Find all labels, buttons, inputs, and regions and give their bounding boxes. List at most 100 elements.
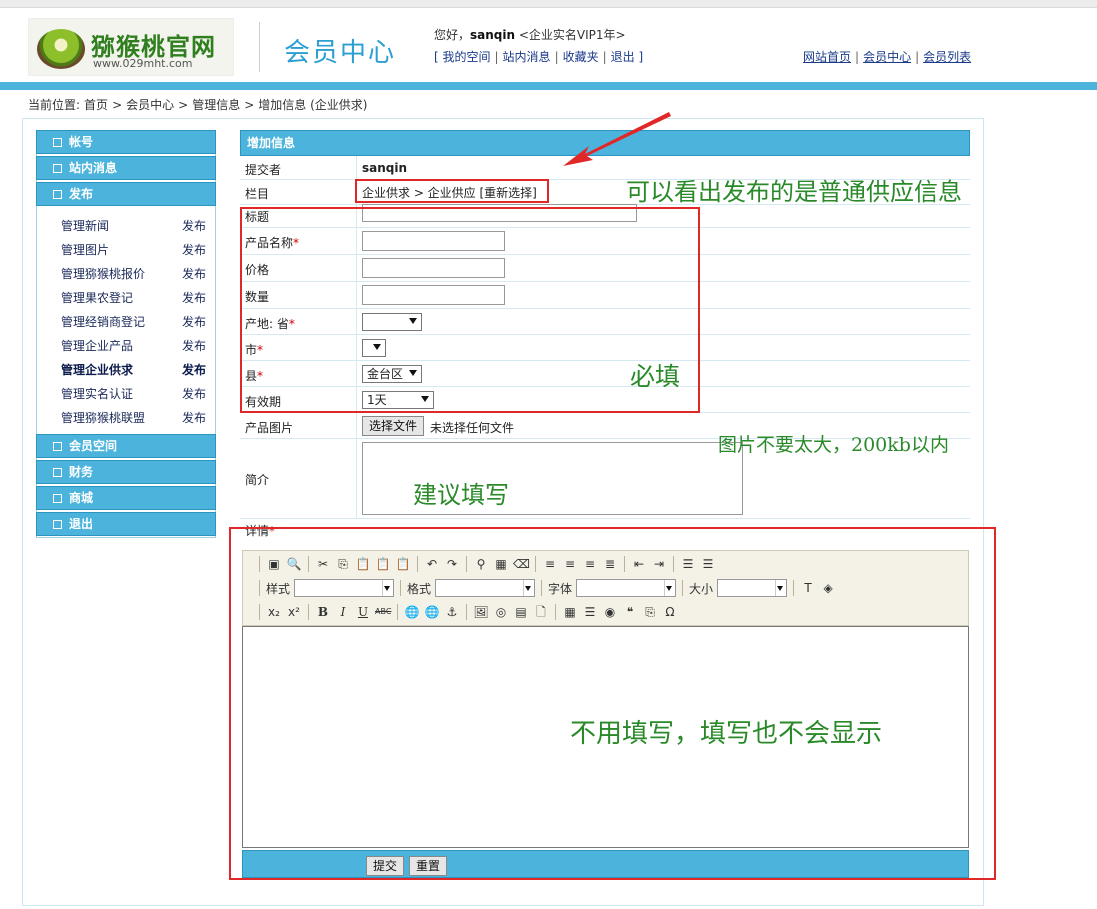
superscript-icon[interactable]: x² <box>286 604 302 620</box>
anchor-icon[interactable]: ⚓ <box>444 604 460 620</box>
manage-supply-demand-link[interactable]: 管理企业供求 <box>61 358 133 382</box>
logout-link[interactable]: 退出 ] <box>611 50 644 64</box>
product-name-input[interactable] <box>362 231 505 251</box>
publish-alliance-link[interactable]: 发布 <box>182 406 206 430</box>
column-value[interactable]: 企业供求 > 企业供应 [重新选择] <box>362 184 537 201</box>
unlink-icon[interactable]: 🌐 <box>424 604 440 620</box>
reset-button[interactable]: 重置 <box>409 856 448 876</box>
manage-images-link[interactable]: 管理图片 <box>61 238 109 262</box>
quote-icon[interactable]: ❝ <box>622 604 638 620</box>
sidebar-section-finance[interactable]: 财务 <box>36 460 216 484</box>
table-icon[interactable]: ▦ <box>562 604 578 620</box>
preview-icon[interactable]: 🔍 <box>286 556 302 572</box>
eraser-icon[interactable]: ⌫ <box>513 556 530 572</box>
city-select[interactable] <box>362 339 386 357</box>
link-icon[interactable]: 🌐 <box>404 604 420 620</box>
undo-icon[interactable]: ↶ <box>424 556 440 572</box>
font-select[interactable] <box>576 579 677 597</box>
ordered-list-icon[interactable]: ☰ <box>680 556 696 572</box>
publish-images-link[interactable]: 发布 <box>182 238 206 262</box>
manage-alliance-link[interactable]: 管理猕猴桃联盟 <box>61 406 145 430</box>
paste-word-icon[interactable]: 📋 <box>395 556 411 572</box>
favorites-link[interactable]: 收藏夹 <box>563 50 599 64</box>
province-select[interactable] <box>362 313 422 331</box>
size-select[interactable] <box>717 579 788 597</box>
manage-verification-link[interactable]: 管理实名认证 <box>61 382 133 406</box>
member-list-link[interactable]: 会员列表 <box>923 50 971 64</box>
form-row-county: 县* 金台区 <box>240 361 970 387</box>
my-space-link[interactable]: [ 我的空间 <box>434 50 491 64</box>
cut-icon[interactable]: ✂ <box>315 556 331 572</box>
chevron-down-icon <box>666 586 673 591</box>
media-icon[interactable]: ▤ <box>513 604 529 620</box>
page-break-icon[interactable]: ⎘ <box>642 604 658 620</box>
bold-icon[interactable]: B <box>315 604 331 620</box>
format-select[interactable] <box>435 579 536 597</box>
vip-status: <企业实名VIP1年> <box>515 28 626 42</box>
sidebar-section-logout[interactable]: 退出 <box>36 512 216 536</box>
bullet-list-icon[interactable]: ☰ <box>700 556 716 572</box>
annotation-arrow-icon <box>563 112 671 166</box>
sidebar-section-publish[interactable]: 发布 <box>36 182 216 206</box>
breadcrumb-home[interactable]: 首页 <box>84 98 108 112</box>
breadcrumb-current: 增加信息 (企业供求) <box>258 98 368 112</box>
publish-supply-demand-link[interactable]: 发布 <box>182 358 206 382</box>
manage-news-link[interactable]: 管理新闻 <box>61 214 109 238</box>
outdent-icon[interactable]: ⇤ <box>631 556 647 572</box>
messages-link[interactable]: 站内消息 <box>503 50 551 64</box>
align-center-icon[interactable]: ≡ <box>562 556 578 572</box>
choose-file-button[interactable]: 选择文件 <box>362 416 425 436</box>
subscript-icon[interactable]: x₂ <box>266 604 282 620</box>
publish-dealer-link[interactable]: 发布 <box>182 310 206 334</box>
member-center-link[interactable]: 会员中心 <box>863 50 911 64</box>
price-input[interactable] <box>362 258 505 278</box>
bg-color-icon[interactable]: ◈ <box>820 580 836 596</box>
quantity-input[interactable] <box>362 285 505 305</box>
sidebar-section-account[interactable]: 帐号 <box>36 130 216 154</box>
paste-text-icon[interactable]: 📋 <box>375 556 391 572</box>
align-left-icon[interactable]: ≡ <box>542 556 558 572</box>
manage-products-link[interactable]: 管理企业产品 <box>61 334 133 358</box>
copy-icon[interactable]: ⎘ <box>335 556 351 572</box>
breadcrumb-manage-info[interactable]: 管理信息 <box>192 98 240 112</box>
align-right-icon[interactable]: ≡ <box>582 556 598 572</box>
align-justify-icon[interactable]: ≣ <box>602 556 618 572</box>
underline-icon[interactable]: U <box>355 604 371 620</box>
source-icon[interactable]: ▣ <box>266 556 282 572</box>
manage-farmer-link[interactable]: 管理果农登记 <box>61 286 133 310</box>
validity-select[interactable]: 1天 <box>362 391 434 409</box>
form-row-title: 标题 <box>240 204 970 228</box>
smiley-icon[interactable]: ◉ <box>602 604 618 620</box>
style-select[interactable] <box>294 579 395 597</box>
paste-icon[interactable]: 📋 <box>355 556 371 572</box>
publish-kiwi-price-link[interactable]: 发布 <box>182 262 206 286</box>
text-color-icon[interactable]: T <box>800 580 816 596</box>
indent-icon[interactable]: ⇥ <box>651 556 667 572</box>
special-char-icon[interactable]: Ω <box>662 604 678 620</box>
title-input[interactable] <box>362 204 637 222</box>
site-logo[interactable]: 猕猴桃官网 www.029mht.com <box>28 18 234 76</box>
submit-button[interactable]: 提交 <box>366 856 405 876</box>
sidebar-section-space[interactable]: 会员空间 <box>36 434 216 458</box>
italic-icon[interactable]: I <box>335 604 351 620</box>
manage-dealer-link[interactable]: 管理经销商登记 <box>61 310 145 334</box>
publish-farmer-link[interactable]: 发布 <box>182 286 206 310</box>
sidebar-section-messages[interactable]: 站内消息 <box>36 156 216 180</box>
horizontal-rule-icon[interactable]: ☰ <box>582 604 598 620</box>
select-all-icon[interactable]: ▦ <box>493 556 509 572</box>
manage-kiwi-price-link[interactable]: 管理猕猴桃报价 <box>61 262 145 286</box>
flash-icon[interactable]: ◎ <box>493 604 509 620</box>
redo-icon[interactable]: ↷ <box>444 556 460 572</box>
strikethrough-icon[interactable]: ABC <box>375 604 391 620</box>
breadcrumb-member-center[interactable]: 会员中心 <box>126 98 174 112</box>
validity-label: 有效期 <box>245 395 282 409</box>
county-select[interactable]: 金台区 <box>362 365 422 383</box>
site-home-link[interactable]: 网站首页 <box>803 50 851 64</box>
file-icon[interactable]: 🗋 <box>533 604 549 620</box>
image-icon[interactable]: 🖼 <box>473 604 489 620</box>
sidebar-section-shop[interactable]: 商城 <box>36 486 216 510</box>
publish-news-link[interactable]: 发布 <box>182 214 206 238</box>
publish-products-link[interactable]: 发布 <box>182 334 206 358</box>
find-icon[interactable]: ⚲ <box>473 556 489 572</box>
publish-verification-link[interactable]: 发布 <box>182 382 206 406</box>
